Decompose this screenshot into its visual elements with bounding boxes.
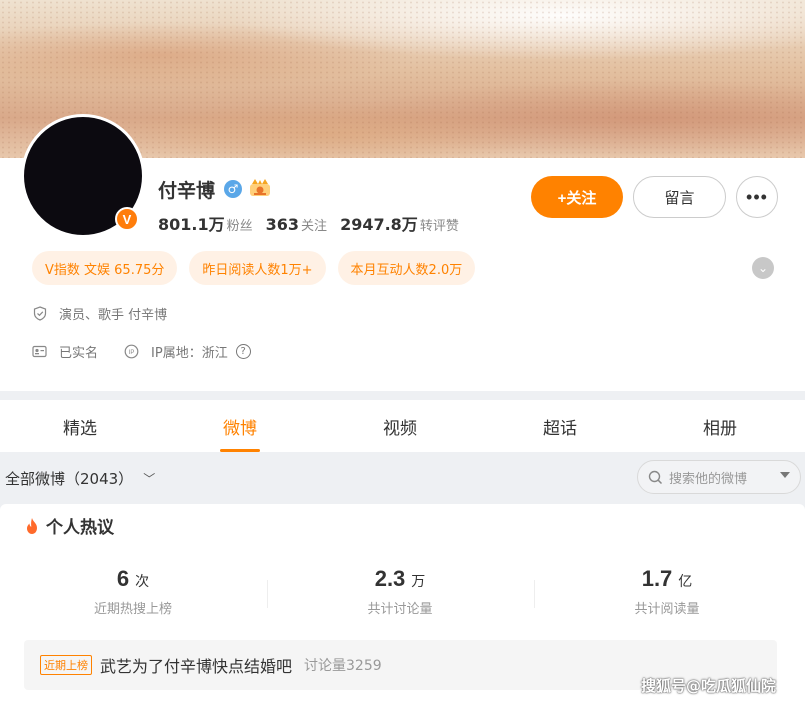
metric-value: 6 — [116, 566, 130, 591]
more-options-button[interactable]: ••• — [736, 176, 778, 218]
chevron-down-icon[interactable]: ⌄ — [752, 257, 774, 279]
fans-label: 粉丝 — [226, 219, 253, 234]
male-icon: ♂ — [224, 180, 242, 198]
metric-discussions: 2.3 万 共计讨论量 — [300, 566, 500, 617]
divider — [534, 580, 535, 608]
shield-icon — [32, 306, 47, 321]
hot-discussion-title: 个人热议 — [24, 513, 114, 538]
id-card-icon — [32, 344, 47, 359]
topic-text[interactable]: 武艺为了付辛博快点结婚吧 — [100, 653, 292, 677]
profile-tabs: 精选 微博 视频 超话 相册 — [0, 400, 805, 452]
profile-page: V 付辛博 ♂ 801.1万 粉丝 363 关注 2947.8万 转评赞 +关注… — [0, 0, 805, 702]
recent-trending-badge: 近期上榜 — [40, 655, 92, 675]
metric-label: 近期热搜上榜 — [93, 602, 172, 617]
tab-album[interactable]: 相册 — [703, 414, 737, 439]
interactions-label: 转评赞 — [419, 219, 459, 234]
tab-featured[interactable]: 精选 — [63, 414, 97, 439]
tag-v-index[interactable]: V指数 文娱 65.75分 — [32, 251, 178, 285]
hot-title-text: 个人热议 — [46, 518, 114, 538]
tab-weibo[interactable]: 微博 — [223, 414, 257, 439]
follow-button[interactable]: +关注 — [531, 176, 623, 218]
profile-name: 付辛博 — [158, 180, 216, 202]
divider — [267, 580, 268, 608]
metric-label: 共计讨论量 — [367, 602, 433, 617]
tag-daily-readers[interactable]: 昨日阅读人数1万+ — [189, 251, 326, 285]
ip-location: IP属地：浙江 — [151, 346, 228, 361]
search-icon — [648, 470, 663, 484]
metric-reads: 1.7 亿 共计阅读量 — [567, 566, 767, 617]
tab-video[interactable]: 视频 — [383, 414, 417, 439]
profile-tags: V指数 文娱 65.75分 昨日阅读人数1万+ 本月互动人数2.0万 — [32, 251, 476, 285]
watermark: 搜狐号@吃瓜狐仙院 — [641, 677, 777, 695]
search-input[interactable]: 搜索他的微博 — [637, 460, 801, 494]
flame-icon — [27, 517, 37, 534]
profile-stats: 801.1万 粉丝 363 关注 2947.8万 转评赞 — [158, 211, 472, 235]
help-icon[interactable]: ? — [235, 344, 251, 359]
message-button[interactable]: 留言 — [633, 176, 726, 218]
following-count[interactable]: 363 — [266, 215, 299, 234]
interactions-count: 2947.8万 — [340, 215, 418, 234]
metric-hot-search: 6次 近期热搜上榜 — [33, 566, 233, 617]
following-label: 关注 — [301, 219, 328, 234]
ip-icon: IP — [124, 344, 139, 359]
tag-monthly-interactions[interactable]: 本月互动人数2.0万 — [337, 251, 476, 285]
description-row: 演员、歌手 付辛博 — [32, 304, 167, 323]
metric-label: 共计阅读量 — [634, 602, 700, 617]
verified-v-icon: V — [115, 207, 139, 231]
fans-count[interactable]: 801.1万 — [158, 211, 225, 235]
verified-name-label: 已实名 — [59, 346, 99, 361]
all-posts-label: 全部微博（2043） — [5, 470, 134, 488]
metric-unit: 万 — [411, 574, 426, 590]
caret-down-icon[interactable] — [780, 472, 790, 478]
svg-text:IP: IP — [129, 350, 135, 356]
search-placeholder: 搜索他的微博 — [669, 471, 748, 487]
tab-supertopic[interactable]: 超话 — [543, 414, 577, 439]
chevron-down-icon: ﹀ — [143, 472, 156, 486]
vip-crown-icon — [250, 179, 270, 196]
topic-discussion-count: 讨论量3259 — [304, 658, 382, 674]
meta-row: 已实名 IP IP属地：浙江 ? — [32, 342, 251, 361]
all-posts-dropdown[interactable]: 全部微博（2043） ﹀ — [5, 468, 155, 489]
metric-value: 1.7 — [641, 566, 673, 591]
metric-unit: 次 — [135, 574, 150, 590]
profile-description: 演员、歌手 付辛博 — [59, 308, 168, 323]
metric-value: 2.3 — [374, 566, 406, 591]
metric-unit: 亿 — [678, 574, 693, 590]
